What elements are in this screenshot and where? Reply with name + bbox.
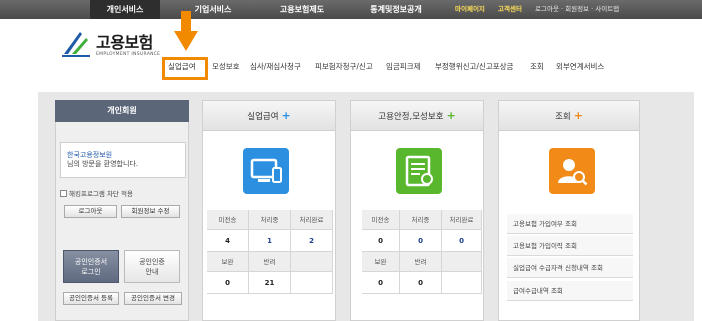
cert-guide-button[interactable]: 공인인증 안내 [124, 250, 180, 283]
gnb-external-services[interactable]: 외부연계서비스 [556, 61, 604, 72]
document-edit-icon[interactable] [396, 148, 442, 194]
panel-title: 고용안정,모성보호 [378, 112, 444, 122]
cert-guide-label-2: 안내 [145, 268, 159, 276]
keyboard-security-option[interactable]: 해킹프로그램 차단 적용 [60, 188, 133, 198]
panel-title: 조회 [555, 112, 571, 122]
arrow-down-icon [174, 11, 198, 51]
logo-subtitle: EMPLOYMENT INSURANCE [96, 52, 161, 57]
top-navigation-bar: 개인서비스 기업서비스 고용보험제도 통계및정보공개 마이페이지 고객센터 로그… [0, 0, 702, 19]
lookup-benefit-payment[interactable]: 급여수급내역 조회 [507, 281, 633, 301]
stat-value-unsent[interactable]: 0 [362, 230, 400, 252]
cert-login-button[interactable]: 공인인증서 로그인 [63, 250, 119, 283]
stat-header-supplement: 보완 [207, 252, 249, 272]
logo-icon [62, 32, 90, 57]
stat-header-supplement: 보완 [362, 252, 400, 272]
welcome-org: 한국고용정보원 [67, 151, 113, 159]
cert-register-button[interactable]: 공인인증서 등록 [63, 292, 119, 305]
logout-button[interactable]: 로그아웃 [64, 205, 117, 218]
panel-header[interactable]: 실업급여 + [203, 101, 335, 131]
stat-header-completed: 처리완료 [442, 210, 482, 230]
welcome-message: 님의 방문을 환영합니다. [67, 160, 139, 168]
keyboard-security-checkbox[interactable] [60, 190, 67, 197]
stat-header-rejected: 반려 [249, 252, 291, 272]
stat-value-empty [291, 272, 333, 294]
gnb-lookup[interactable]: 조회 [530, 61, 544, 72]
tab-insurance-system[interactable]: 고용보험제도 [262, 0, 342, 19]
plus-icon[interactable]: + [282, 109, 291, 122]
monitor-device-glyph [250, 158, 282, 183]
gnb-insured-claim[interactable]: 피보험자청구/신고 [315, 61, 373, 72]
lookup-benefit-application[interactable]: 실업급여 수급자격 신청내역 조회 [507, 258, 633, 278]
cert-guide-label-1: 공인인증 [139, 258, 165, 266]
stat-value-processing[interactable]: 1 [249, 230, 291, 252]
stat-header-empty [442, 252, 482, 272]
stat-header-empty [291, 252, 333, 272]
stat-value-supplement[interactable]: 0 [362, 272, 400, 294]
logo-title[interactable]: 고용보험 [96, 29, 153, 53]
gnb-review-appeal[interactable]: 심사/재심사청구 [250, 61, 301, 72]
customer-center-link[interactable]: 고객센터 [498, 0, 522, 19]
edit-info-button[interactable]: 회원정보 수정 [121, 205, 180, 218]
keyboard-security-label: 해킹프로그램 차단 적용 [69, 190, 133, 198]
stat-header-processing: 처리중 [400, 210, 442, 230]
stat-value-unsent[interactable]: 4 [207, 230, 249, 252]
tab-statistics[interactable]: 통계및정보공개 [352, 0, 440, 19]
stat-value-processing[interactable]: 0 [400, 230, 442, 252]
panel-header[interactable]: 고용안정,모성보호 + [351, 101, 483, 131]
plus-icon[interactable]: + [574, 109, 583, 122]
lookup-insurance-enrollment[interactable]: 고용보험 가입여부 조회 [507, 214, 633, 234]
stat-value-completed[interactable]: 0 [442, 230, 482, 252]
document-edit-glyph [405, 155, 433, 187]
utility-links[interactable]: 로그아웃 · 회원정보 · 사이트맵 [535, 0, 619, 19]
gnb-wage-peak[interactable]: 임금피크제 [386, 61, 421, 72]
gnb-maternity-protection[interactable]: 모성보호 [212, 61, 240, 72]
monitor-device-icon[interactable] [243, 148, 289, 194]
member-panel-title: 개인회원 [55, 100, 189, 122]
stat-header-rejected: 반려 [400, 252, 442, 272]
plus-icon[interactable]: + [447, 109, 456, 122]
tab-personal-service[interactable]: 개인서비스 [90, 0, 160, 19]
welcome-box: 한국고용정보원 님의 방문을 환영합니다. [60, 142, 186, 178]
panel-title: 실업급여 [247, 112, 279, 122]
stat-value-rejected[interactable]: 0 [400, 272, 442, 294]
stat-header-processing: 처리중 [249, 210, 291, 230]
mypage-link[interactable]: 마이페이지 [455, 0, 485, 19]
cert-login-label-1: 공인인증서 [74, 258, 108, 266]
stat-header-unsent: 미전송 [362, 210, 400, 230]
stat-value-supplement[interactable]: 0 [207, 272, 249, 294]
cert-login-label-2: 로그인 [81, 268, 101, 276]
lookup-insurance-history[interactable]: 고용보험 가입이력 조회 [507, 236, 633, 256]
user-search-glyph [558, 159, 588, 186]
panel-header[interactable]: 조회 + [499, 101, 639, 131]
gnb-fraud-report[interactable]: 부정행위신고/신고포상금 [435, 61, 513, 72]
cert-change-button[interactable]: 공인인증서 변경 [124, 292, 182, 305]
highlight-box [162, 57, 208, 80]
stat-header-completed: 처리완료 [291, 210, 333, 230]
stat-value-empty [442, 272, 482, 294]
stat-value-rejected[interactable]: 21 [249, 272, 291, 294]
stat-header-unsent: 미전송 [207, 210, 249, 230]
user-search-icon[interactable] [549, 148, 595, 194]
stat-value-completed[interactable]: 2 [291, 230, 333, 252]
